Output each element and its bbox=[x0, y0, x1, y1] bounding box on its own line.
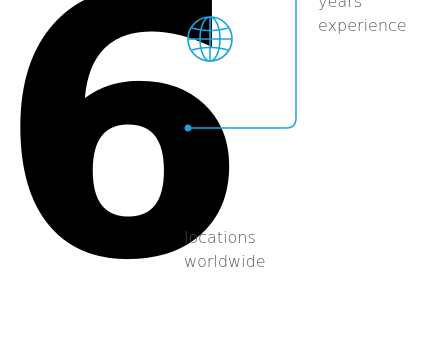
experience-caption: years experience bbox=[318, 0, 407, 38]
experience-caption-line2: experience bbox=[318, 16, 407, 35]
locations-caption: locations worldwide bbox=[184, 226, 266, 274]
locations-caption-line1: locations bbox=[184, 228, 256, 247]
experience-caption-line1: years bbox=[318, 0, 363, 11]
locations-caption-line2: worldwide bbox=[184, 252, 266, 271]
globe-icon bbox=[187, 16, 233, 62]
